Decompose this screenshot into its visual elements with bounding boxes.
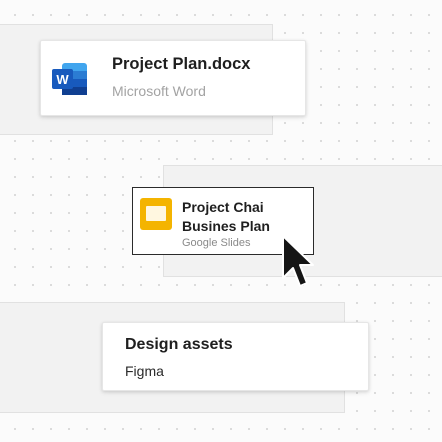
- microsoft-word-icon: W: [52, 62, 88, 96]
- file-title-line-2: Busines Plan: [182, 218, 270, 234]
- file-app-name: Microsoft Word: [112, 83, 206, 99]
- file-card-project-plan[interactable]: W Project Plan.docx Microsoft Word: [40, 40, 306, 116]
- file-title: Project Plan.docx: [112, 55, 251, 73]
- google-slides-icon: [140, 198, 172, 230]
- file-app-name: Google Slides: [182, 237, 251, 249]
- mouse-pointer-icon: [280, 234, 314, 290]
- word-icon-letter: W: [56, 72, 69, 87]
- file-app-name: Figma: [125, 363, 164, 379]
- file-title-line-1: Project Chai: [182, 199, 264, 215]
- file-title: Design assets: [125, 336, 233, 353]
- file-card-design-assets[interactable]: Design assets Figma: [102, 322, 369, 391]
